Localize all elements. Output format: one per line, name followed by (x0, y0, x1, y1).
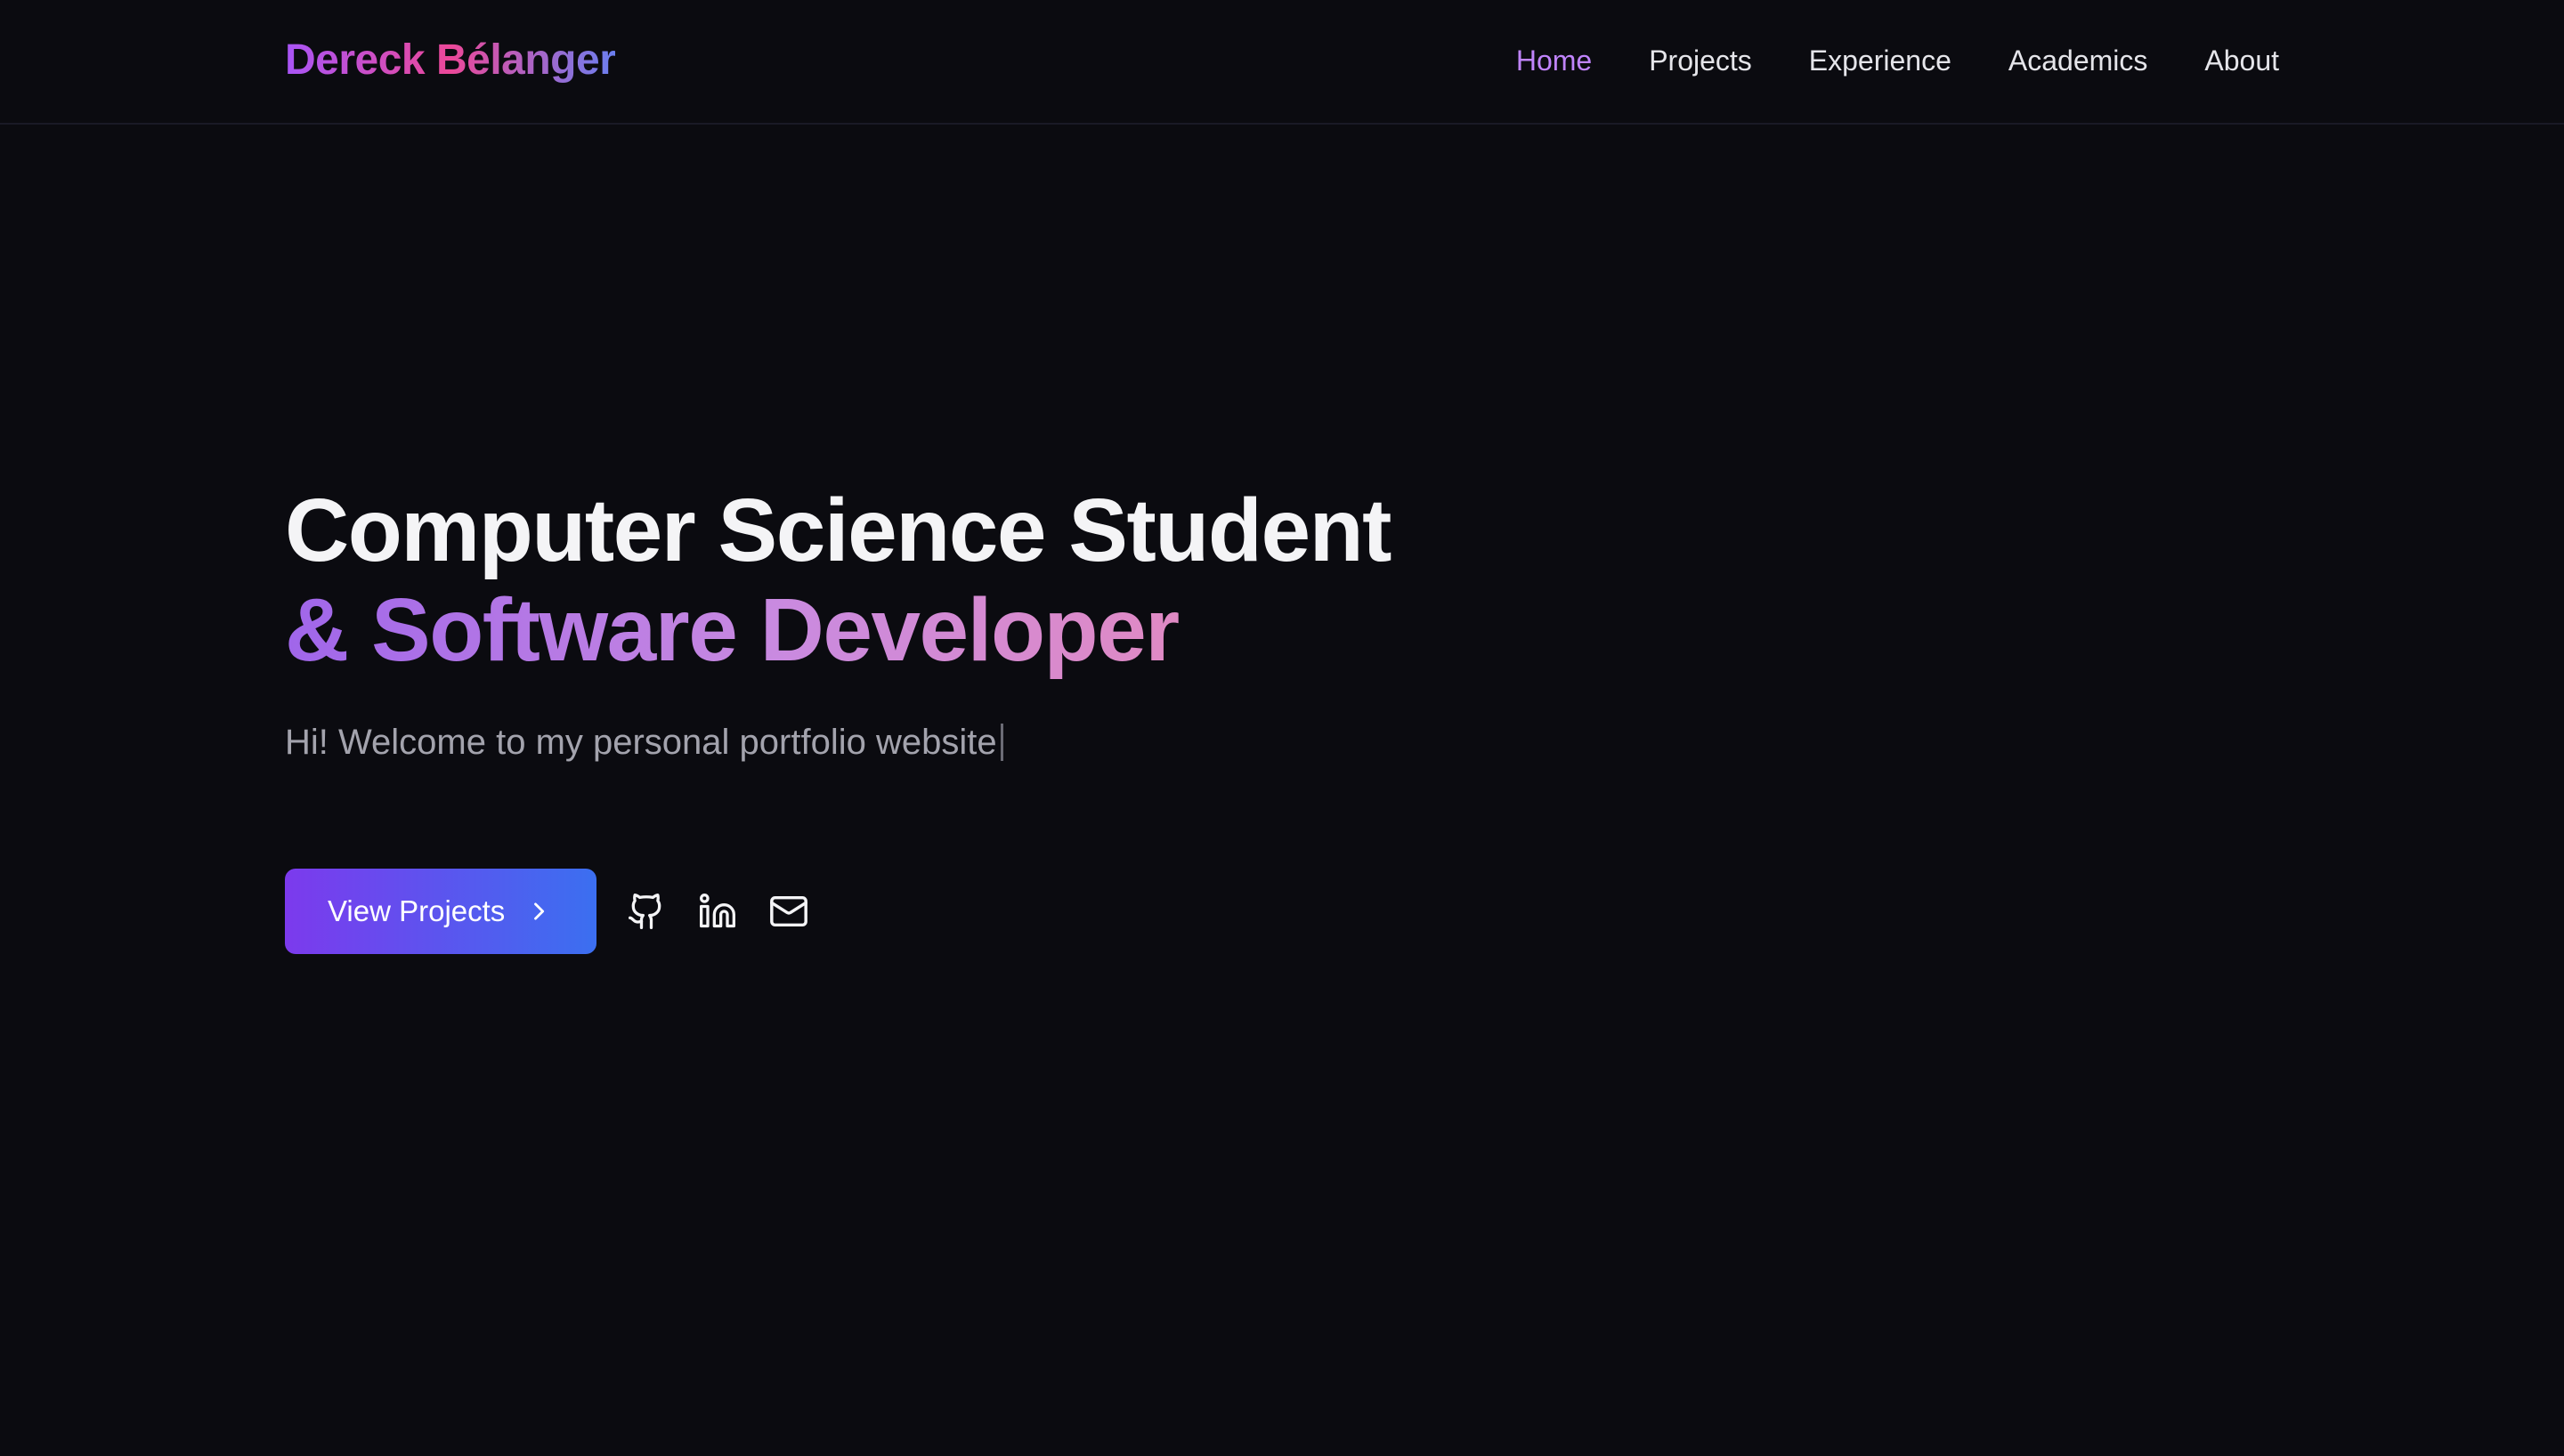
view-projects-button[interactable]: View Projects (285, 869, 596, 954)
site-brand[interactable]: Dereck Bélanger (285, 32, 616, 89)
mail-icon[interactable] (767, 890, 810, 933)
hero-actions: View Projects (285, 869, 810, 954)
github-icon[interactable] (625, 890, 668, 933)
hero-section: Computer Science Student & Software Deve… (285, 481, 1887, 767)
typing-caret (1000, 724, 1003, 761)
hero-subtitle-text: Hi! Welcome to my personal portfolio web… (285, 723, 997, 762)
main-nav: Home Projects Experience Academics About (1516, 39, 2279, 82)
nav-item-academics[interactable]: Academics (2008, 39, 2148, 82)
hero-headline-secondary: & Software Developer (285, 580, 1180, 680)
nav-item-home[interactable]: Home (1516, 39, 1592, 82)
view-projects-label: View Projects (328, 894, 506, 927)
nav-item-about[interactable]: About (2204, 39, 2279, 82)
top-navbar: Dereck Bélanger Home Projects Experience… (0, 0, 2564, 125)
nav-item-experience[interactable]: Experience (1809, 39, 1951, 82)
hero-subtitle: Hi! Welcome to my personal portfolio web… (285, 717, 1887, 767)
nav-item-projects[interactable]: Projects (1649, 39, 1752, 82)
linkedin-icon[interactable] (696, 890, 739, 933)
hero-headline-primary: Computer Science Student (285, 481, 1392, 580)
chevron-right-icon (526, 899, 551, 924)
